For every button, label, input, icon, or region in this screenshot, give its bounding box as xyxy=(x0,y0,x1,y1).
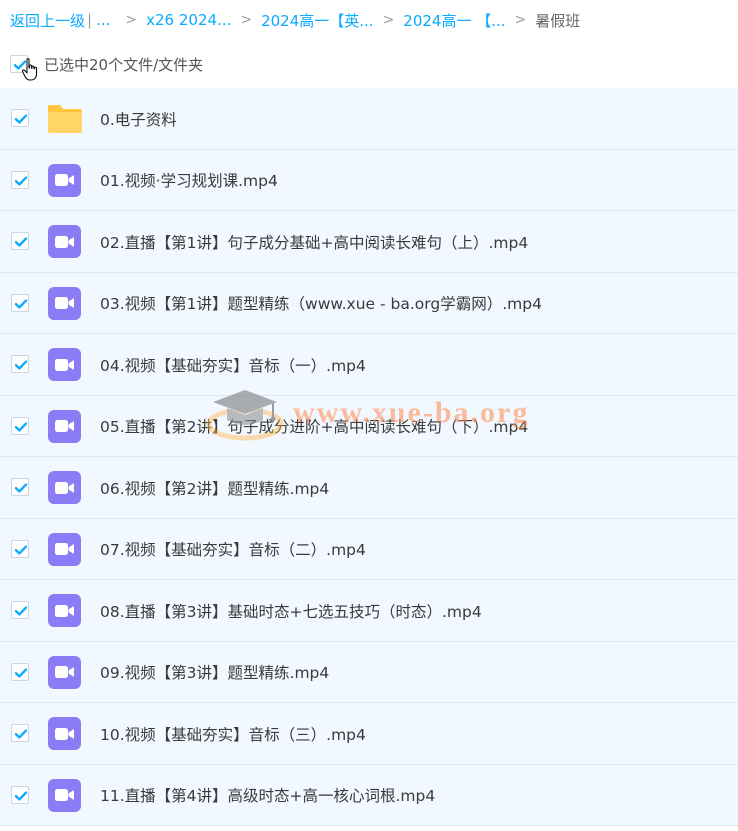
file-row[interactable]: 01.视频·学习规划课.mp4 xyxy=(0,149,738,212)
breadcrumb-current: 暑假班 xyxy=(535,11,581,30)
file-checkbox[interactable] xyxy=(11,478,29,496)
selection-count-label: 已选中20个文件/文件夹 xyxy=(44,55,204,74)
checkmark-icon xyxy=(14,667,28,678)
file-checkbox[interactable] xyxy=(11,724,29,742)
video-icon xyxy=(48,409,81,443)
file-checkbox[interactable] xyxy=(11,785,29,804)
file-name[interactable]: 02.直播【第1讲】句子成分基础+高中阅读长难句（上）.mp4 xyxy=(100,211,528,273)
hand-cursor-icon xyxy=(21,58,38,81)
file-row[interactable]: 05.直播【第2讲】句子成分进阶+高中阅读长难句（下）.mp4 xyxy=(0,395,738,458)
checkmark-icon xyxy=(14,483,28,493)
checkmark-icon xyxy=(14,237,28,247)
back-link[interactable]: 返回上一级 xyxy=(10,10,85,31)
file-name[interactable]: 10.视频【基础夯实】音标（三）.mp4 xyxy=(100,703,366,765)
file-row[interactable]: 06.视频【第2讲】题型精练.mp4 xyxy=(0,457,738,519)
file-name[interactable]: 0.电子资料 xyxy=(100,88,177,150)
breadcrumb-item[interactable]: x26 2024... xyxy=(146,11,231,29)
file-checkbox[interactable] xyxy=(11,662,29,681)
folder-icon xyxy=(47,102,82,135)
breadcrumb-arrow-icon: > xyxy=(514,12,527,28)
breadcrumb-item[interactable]: 2024高一【英... xyxy=(261,10,373,31)
video-icon xyxy=(48,348,81,381)
file-name[interactable]: 09.视频【第3讲】题型精练.mp4 xyxy=(100,642,329,704)
file-checkbox[interactable] xyxy=(11,539,29,558)
checkmark-icon xyxy=(14,729,28,739)
breadcrumb: 返回上一级 | ... > x26 2024... > 2024高一【英... … xyxy=(10,8,580,32)
checkmark-icon xyxy=(14,298,28,309)
file-row[interactable]: 0.电子资料 xyxy=(0,88,738,150)
file-row[interactable]: 02.直播【第1讲】句子成分基础+高中阅读长难句（上）.mp4 xyxy=(0,211,738,273)
file-checkbox[interactable] xyxy=(11,232,29,250)
file-name[interactable]: 03.视频【第1讲】题型精练（www.xue - ba.org学霸网）.mp4 xyxy=(100,273,542,335)
checkmark-icon xyxy=(14,421,28,432)
file-checkbox[interactable] xyxy=(11,170,29,189)
breadcrumb-separator: | xyxy=(87,11,93,29)
video-icon xyxy=(48,163,81,197)
video-icon xyxy=(48,286,81,320)
file-name[interactable]: 06.视频【第2讲】题型精练.mp4 xyxy=(100,457,329,519)
file-checkbox[interactable] xyxy=(11,109,29,127)
file-row[interactable]: 09.视频【第3讲】题型精练.mp4 xyxy=(0,641,738,704)
video-icon xyxy=(48,594,81,627)
file-row[interactable]: 07.视频【基础夯实】音标（二）.mp4 xyxy=(0,518,738,581)
file-list: 0.电子资料 01.视频·学习规划课.mp4 02.直播【第1讲】句子成分基础+高中… xyxy=(0,88,738,826)
video-icon xyxy=(48,655,81,689)
file-name[interactable]: 01.视频·学习规划课.mp4 xyxy=(100,150,278,212)
file-row[interactable]: 04.视频【基础夯实】音标（一）.mp4 xyxy=(0,334,738,396)
file-checkbox[interactable] xyxy=(11,355,29,373)
video-icon xyxy=(48,778,81,812)
file-row[interactable]: 03.视频【第1讲】题型精练（www.xue - ba.org学霸网）.mp4 xyxy=(0,272,738,335)
checkmark-icon xyxy=(14,114,28,124)
file-name[interactable]: 08.直播【第3讲】基础时态+七选五技巧（时态）.mp4 xyxy=(100,580,482,642)
breadcrumb-arrow-icon: > xyxy=(125,12,138,28)
file-name[interactable]: 11.直播【第4讲】高级时态+高一核心词根.mp4 xyxy=(100,765,435,827)
checkmark-icon xyxy=(14,360,28,370)
file-row[interactable]: 11.直播【第4讲】高级时态+高一核心词根.mp4 xyxy=(0,764,738,827)
checkmark-icon xyxy=(14,606,28,616)
file-name[interactable]: 05.直播【第2讲】句子成分进阶+高中阅读长难句（下）.mp4 xyxy=(100,396,528,458)
file-checkbox[interactable] xyxy=(11,416,29,435)
checkmark-icon xyxy=(14,544,28,555)
checkmark-icon xyxy=(14,175,28,186)
video-icon xyxy=(48,225,81,258)
video-icon xyxy=(48,471,81,504)
video-icon xyxy=(48,717,81,750)
file-checkbox[interactable] xyxy=(11,601,29,619)
checkmark-icon xyxy=(14,790,28,801)
breadcrumb-ellipsis[interactable]: ... xyxy=(96,11,110,29)
file-name[interactable]: 04.视频【基础夯实】音标（一）.mp4 xyxy=(100,334,366,396)
breadcrumb-item[interactable]: 2024高一 【... xyxy=(403,10,505,31)
file-name[interactable]: 07.视频【基础夯实】音标（二）.mp4 xyxy=(100,519,366,581)
breadcrumb-arrow-icon: > xyxy=(382,12,395,28)
file-checkbox[interactable] xyxy=(11,293,29,312)
file-row[interactable]: 08.直播【第3讲】基础时态+七选五技巧（时态）.mp4 xyxy=(0,580,738,642)
breadcrumb-arrow-icon: > xyxy=(240,12,253,28)
video-icon xyxy=(48,532,81,566)
file-row[interactable]: 10.视频【基础夯实】音标（三）.mp4 xyxy=(0,703,738,765)
